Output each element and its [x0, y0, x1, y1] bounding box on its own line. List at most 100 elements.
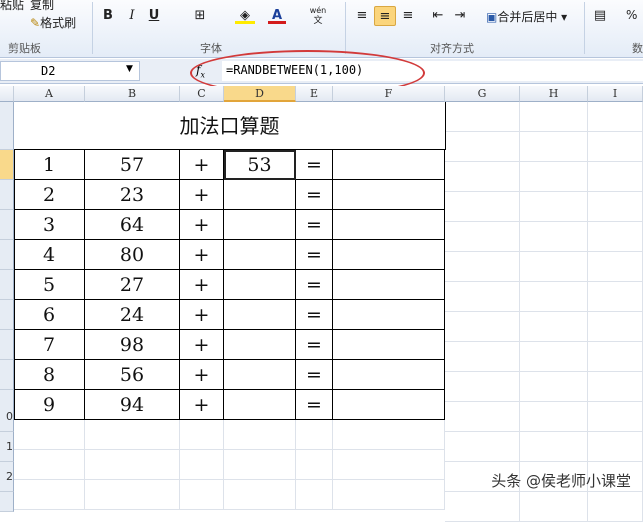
cell-b[interactable] [224, 330, 296, 360]
empty-cell[interactable] [333, 150, 445, 180]
column-header-E[interactable]: E [296, 86, 333, 102]
font-color-icon[interactable]: A [268, 6, 286, 24]
empty-cell[interactable] [333, 270, 445, 300]
empty-cell[interactable] [296, 450, 333, 480]
empty-cell[interactable] [588, 282, 643, 312]
empty-cell[interactable] [445, 222, 520, 252]
empty-cell[interactable] [445, 312, 520, 342]
empty-cell[interactable] [520, 342, 588, 372]
phonetic-icon[interactable]: wén 文 [308, 6, 328, 26]
column-header-I[interactable]: I [588, 86, 643, 102]
name-box[interactable]: D2 [0, 61, 140, 81]
cell-b[interactable] [224, 180, 296, 210]
cell-op[interactable]: + [180, 270, 224, 300]
empty-cell[interactable] [520, 192, 588, 222]
align-center-icon[interactable]: ≡ [374, 6, 396, 26]
cell-n[interactable]: 3 [14, 210, 85, 240]
align-left-icon[interactable]: ≡ [352, 6, 372, 26]
row-header[interactable] [0, 492, 14, 512]
row-header[interactable] [0, 180, 14, 210]
cell-eq[interactable]: = [296, 390, 333, 420]
cell-eq[interactable]: = [296, 330, 333, 360]
row-header[interactable]: 2 [0, 462, 14, 492]
copy-button[interactable]: 复制 [30, 0, 54, 13]
cell-a[interactable]: 24 [85, 300, 180, 330]
cell-a[interactable]: 64 [85, 210, 180, 240]
empty-cell[interactable] [588, 162, 643, 192]
column-header-C[interactable]: C [180, 86, 224, 102]
empty-cell[interactable] [445, 402, 520, 432]
cell-op[interactable]: + [180, 330, 224, 360]
empty-cell[interactable] [333, 420, 445, 450]
empty-cell[interactable] [180, 480, 224, 510]
cell-n[interactable]: 8 [14, 360, 85, 390]
empty-cell[interactable] [224, 450, 296, 480]
cell-b[interactable] [224, 270, 296, 300]
empty-cell[interactable] [588, 102, 643, 132]
percent-button[interactable]: % [626, 8, 637, 22]
decrease-indent-icon[interactable]: ⇤ [430, 6, 446, 26]
cell-a[interactable]: 57 [85, 150, 180, 180]
empty-cell[interactable] [588, 432, 643, 462]
empty-cell[interactable] [445, 192, 520, 222]
empty-cell[interactable] [333, 300, 445, 330]
empty-cell[interactable] [180, 450, 224, 480]
cell-op[interactable]: + [180, 240, 224, 270]
empty-cell[interactable] [224, 480, 296, 510]
format-painter-button[interactable]: ✎格式刷 [30, 14, 76, 31]
cell-n[interactable]: 1 [14, 150, 85, 180]
chevron-down-icon[interactable]: ▼ [126, 64, 133, 74]
cell-eq[interactable]: = [296, 210, 333, 240]
empty-cell[interactable] [520, 102, 588, 132]
empty-cell[interactable] [588, 402, 643, 432]
cell-n[interactable]: 7 [14, 330, 85, 360]
empty-cell[interactable] [520, 432, 588, 462]
empty-cell[interactable] [14, 450, 85, 480]
paste-button[interactable]: 粘贴 [0, 0, 24, 13]
merge-center-button[interactable]: ▣合并后居中 ▾ [486, 8, 567, 25]
empty-cell[interactable] [296, 420, 333, 450]
cell-eq[interactable]: = [296, 240, 333, 270]
column-header-F[interactable]: F [333, 86, 445, 102]
empty-cell[interactable] [85, 420, 180, 450]
empty-cell[interactable] [180, 420, 224, 450]
empty-cell[interactable] [333, 480, 445, 510]
align-right-icon[interactable]: ≡ [398, 6, 418, 26]
row-header[interactable] [0, 270, 14, 300]
cell-a[interactable]: 56 [85, 360, 180, 390]
cell-a[interactable]: 80 [85, 240, 180, 270]
empty-cell[interactable] [588, 222, 643, 252]
empty-cell[interactable] [520, 312, 588, 342]
cell-b[interactable] [224, 300, 296, 330]
row-header[interactable] [0, 240, 14, 270]
empty-cell[interactable] [520, 132, 588, 162]
cell-op[interactable]: + [180, 390, 224, 420]
empty-cell[interactable] [588, 192, 643, 222]
empty-cell[interactable] [333, 180, 445, 210]
empty-cell[interactable] [445, 282, 520, 312]
row-header[interactable] [0, 102, 14, 150]
empty-cell[interactable] [520, 222, 588, 252]
empty-cell[interactable] [588, 342, 643, 372]
cell-op[interactable]: + [180, 150, 224, 180]
column-header-B[interactable]: B [85, 86, 180, 102]
fill-color-icon[interactable]: ◈ [235, 6, 255, 24]
cell-op[interactable]: + [180, 180, 224, 210]
empty-cell[interactable] [520, 162, 588, 192]
empty-cell[interactable] [333, 210, 445, 240]
cell-op[interactable]: + [180, 210, 224, 240]
empty-cell[interactable] [445, 372, 520, 402]
bold-button[interactable]: B [100, 6, 116, 26]
cell-eq[interactable]: = [296, 270, 333, 300]
cell-a[interactable]: 98 [85, 330, 180, 360]
empty-cell[interactable] [520, 492, 588, 522]
cell-n[interactable]: 6 [14, 300, 85, 330]
select-all-corner[interactable] [0, 86, 14, 102]
cell-eq[interactable]: = [296, 150, 333, 180]
empty-cell[interactable] [588, 492, 643, 522]
empty-cell[interactable] [333, 240, 445, 270]
cell-a[interactable]: 23 [85, 180, 180, 210]
empty-cell[interactable] [224, 420, 296, 450]
italic-button[interactable]: I [124, 6, 140, 26]
borders-icon[interactable]: ⊞ [190, 6, 210, 26]
